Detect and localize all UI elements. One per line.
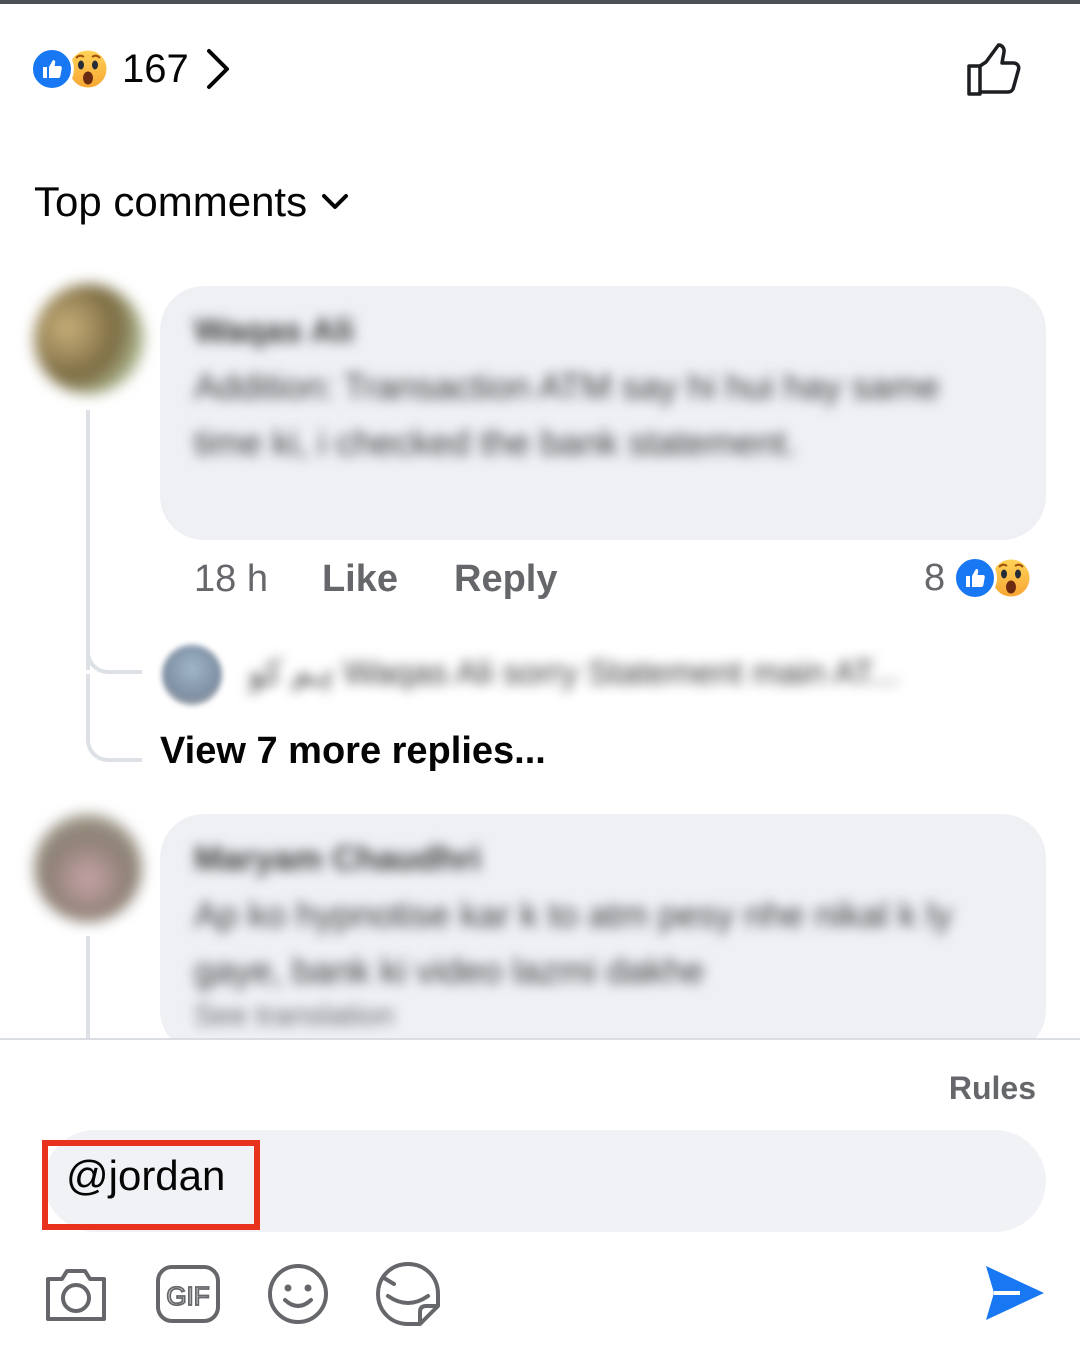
chevron-right-icon xyxy=(206,49,229,89)
comment-bubble[interactable]: Waqas Ali Addition: Transaction ATM say … xyxy=(160,286,1046,540)
reaction-icons xyxy=(30,47,110,91)
avatar[interactable] xyxy=(34,814,142,922)
emoji-icon[interactable] xyxy=(266,1262,330,1326)
reactions-summary[interactable]: 167 xyxy=(30,44,231,94)
svg-text:GIF: GIF xyxy=(166,1281,209,1311)
comment-reactions[interactable]: 8 xyxy=(924,556,1033,600)
thread-line xyxy=(86,936,90,1040)
like-icon xyxy=(30,47,74,91)
comment-reply-button[interactable]: Reply xyxy=(454,558,557,601)
highlight-box xyxy=(42,1140,260,1230)
send-icon[interactable] xyxy=(982,1262,1046,1324)
sticker-icon[interactable] xyxy=(374,1260,442,1328)
thread-connector xyxy=(86,674,142,762)
thread-connector xyxy=(86,630,142,674)
comment-text: Ap ko hypnotise kar k to atm pesy nhe ni… xyxy=(194,894,953,991)
top-divider xyxy=(0,0,1080,4)
comment-author[interactable]: Maryam Chaudhri xyxy=(194,840,1012,879)
comment-composer: Rules @jordan GIF xyxy=(0,1038,1080,1356)
sort-dropdown[interactable]: Top comments xyxy=(34,178,349,226)
view-more-replies-link[interactable]: View 7 more replies... xyxy=(160,730,546,773)
camera-icon[interactable] xyxy=(42,1263,110,1325)
comment-input[interactable]: @jordan xyxy=(42,1130,1046,1232)
sort-label: Top comments xyxy=(34,178,308,225)
rules-link[interactable]: Rules xyxy=(949,1070,1036,1107)
comment-bubble[interactable]: Maryam Chaudhri Ap ko hypnotise kar k to… xyxy=(160,814,1046,1054)
see-translation-link[interactable]: See translation xyxy=(194,999,1012,1033)
comment-like-button[interactable]: Like xyxy=(322,558,398,601)
reaction-count: 167 xyxy=(122,46,189,91)
composer-toolbar: GIF xyxy=(42,1260,486,1328)
like-post-icon[interactable] xyxy=(964,40,1026,98)
comment-author[interactable]: Waqas Ali xyxy=(194,312,1012,351)
comment-text: Addition: Transaction ATM say hi hui hay… xyxy=(194,366,940,463)
chevron-down-icon xyxy=(322,194,349,209)
reply-preview[interactable]: ہم کو Waqas Ali sorry Statement main AT.… xyxy=(248,652,1038,693)
comment-actions: 18 h Like Reply xyxy=(194,558,558,601)
comment-time: 18 h xyxy=(194,558,268,600)
like-icon xyxy=(953,556,998,600)
gif-icon[interactable]: GIF xyxy=(154,1263,222,1325)
reply-avatar[interactable] xyxy=(162,645,222,705)
avatar[interactable] xyxy=(34,284,144,394)
comment-reaction-count: 8 xyxy=(924,556,946,599)
